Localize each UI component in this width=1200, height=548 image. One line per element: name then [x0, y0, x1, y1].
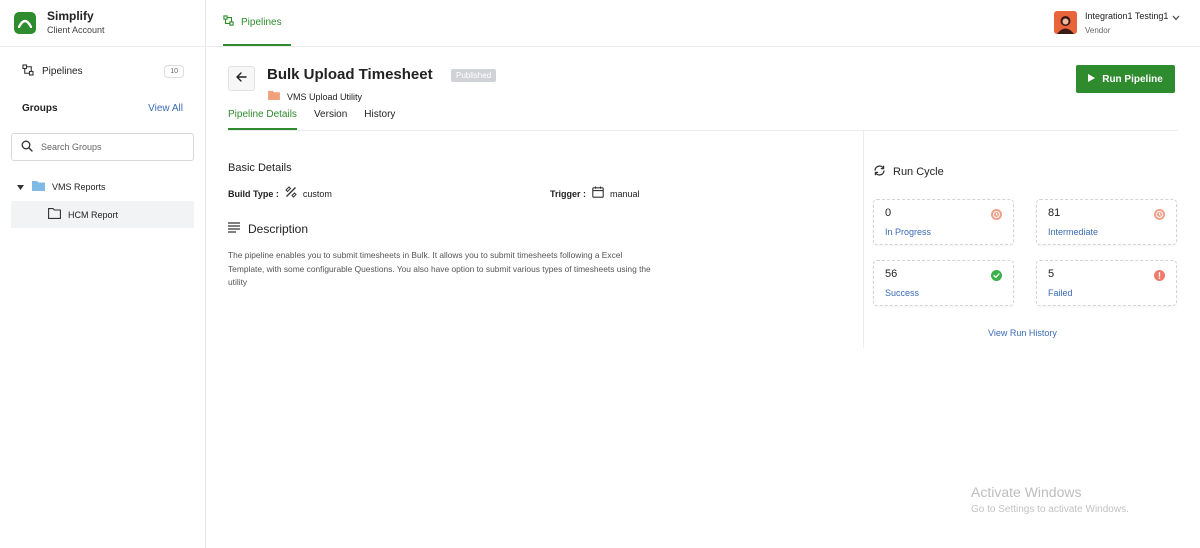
topbar-divider	[206, 46, 1200, 47]
pipeline-group-label: VMS Upload Utility	[268, 90, 362, 103]
user-role: Vendor	[1085, 26, 1111, 35]
run-cycle-header: Run Cycle	[873, 164, 944, 180]
watermark-title: Activate Windows	[971, 484, 1082, 500]
view-run-history-link[interactable]: View Run History	[988, 328, 1057, 338]
stat-value: 56	[885, 268, 898, 280]
folder-filled-icon	[268, 90, 280, 103]
arrow-left-icon	[236, 72, 247, 85]
tree-item-label: HCM Report	[68, 209, 119, 220]
check-circle-icon	[991, 270, 1002, 281]
play-icon	[1088, 73, 1096, 85]
text-lines-icon	[228, 222, 240, 236]
stat-card-failed[interactable]: 5 Failed	[1036, 260, 1177, 306]
stat-card-in-progress[interactable]: 0 In Progress	[873, 199, 1014, 245]
basic-details-title: Basic Details	[228, 162, 292, 174]
search-icon	[21, 140, 33, 155]
clock-icon	[991, 209, 1002, 220]
brand-divider	[0, 46, 206, 47]
trigger-value: manual	[610, 188, 640, 199]
tab-version[interactable]: Version	[314, 109, 347, 130]
description-header: Description	[228, 222, 308, 236]
groups-header: Groups View All	[22, 103, 183, 114]
simplify-logo-icon	[14, 11, 36, 34]
sidebar: Simplify Client Account Pipelines 10 Gro…	[0, 0, 206, 548]
stat-label: In Progress	[885, 227, 932, 237]
view-all-link[interactable]: View All	[148, 103, 183, 114]
pipelines-count-badge: 10	[164, 65, 184, 78]
tools-icon	[285, 186, 297, 201]
stat-card-intermediate[interactable]: 81 Intermediate	[1036, 199, 1177, 245]
stat-value: 0	[885, 207, 892, 219]
page-title: Bulk Upload Timesheet	[267, 66, 433, 83]
build-type-value: custom	[302, 188, 332, 199]
folder-filled-icon	[32, 180, 45, 194]
brand[interactable]: Simplify Client Account	[14, 9, 105, 36]
tabs-divider	[228, 130, 1178, 131]
tree-item-label: VMS Reports	[52, 182, 106, 192]
refresh-icon	[873, 164, 886, 180]
clock-icon	[1154, 209, 1165, 220]
app-name: Simplify	[47, 9, 94, 23]
stat-label: Success	[885, 288, 920, 298]
panel-divider	[863, 131, 864, 348]
description-text: The pipeline enables you to submit times…	[228, 250, 651, 287]
status-badge: Published	[451, 69, 497, 82]
build-type-label: Build Type :	[228, 188, 279, 199]
groups-title: Groups	[22, 103, 58, 114]
tab-label: Pipelines	[241, 16, 282, 28]
search-groups-input[interactable]	[41, 142, 181, 152]
trigger-label: Trigger :	[550, 188, 587, 199]
pipeline-icon	[223, 15, 234, 29]
stat-label: Failed	[1048, 288, 1073, 298]
search-groups-box[interactable]	[11, 133, 194, 161]
app-subtitle: Client Account	[47, 25, 105, 35]
alert-circle-icon	[1154, 270, 1165, 281]
trigger: Trigger : manual	[550, 186, 640, 201]
run-pipeline-label: Run Pipeline	[1102, 73, 1163, 85]
calendar-icon	[592, 186, 604, 201]
tab-pipelines[interactable]: Pipelines	[223, 0, 291, 46]
pipeline-icon	[22, 64, 34, 79]
chevron-down-icon[interactable]	[1172, 13, 1180, 24]
stat-card-success[interactable]: 56 Success	[873, 260, 1014, 306]
tree-item-vms-reports[interactable]: VMS Reports	[17, 180, 106, 194]
description-title: Description	[248, 222, 309, 236]
user-name: Integration1 Testing1	[1085, 11, 1169, 21]
watermark-subtitle: Go to Settings to activate Windows.	[971, 504, 1129, 515]
sidebar-item-label: Pipelines	[42, 66, 83, 77]
build-type: Build Type : custom	[228, 186, 332, 201]
utility-name: VMS Upload Utility	[287, 91, 363, 102]
caret-down-icon[interactable]	[17, 181, 24, 193]
tab-history[interactable]: History	[364, 109, 395, 130]
avatar	[1054, 11, 1077, 34]
tab-pipeline-details[interactable]: Pipeline Details	[228, 109, 297, 130]
detail-tabs: Pipeline Details Version History	[228, 109, 412, 130]
run-pipeline-button[interactable]: Run Pipeline	[1076, 65, 1175, 93]
back-button[interactable]	[228, 66, 255, 91]
stat-label: Intermediate	[1048, 227, 1099, 237]
run-cycle-title: Run Cycle	[893, 166, 944, 178]
folder-outline-icon	[48, 207, 61, 222]
tree-item-hcm-report[interactable]: HCM Report	[11, 201, 194, 228]
stat-value: 81	[1048, 207, 1061, 219]
sidebar-item-pipelines[interactable]: Pipelines 10	[22, 64, 184, 79]
user-menu[interactable]: Integration1 Testing1 Vendor	[1054, 11, 1180, 36]
stat-value: 5	[1048, 268, 1055, 280]
